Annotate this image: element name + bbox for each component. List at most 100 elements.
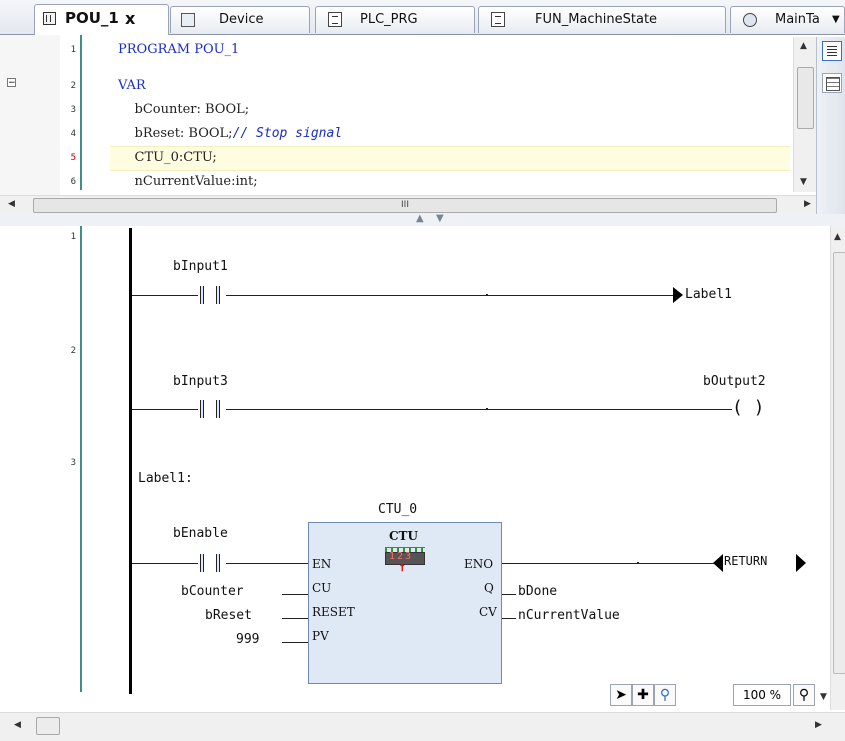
fb-input-variable[interactable]: 999 — [236, 632, 259, 647]
move-icon[interactable]: ✚ — [632, 684, 654, 706]
editor-tab-bar: POU_1 x Device PLC_PRG FUN_MachineState … — [0, 0, 845, 35]
fb-output-pin: CV — [479, 605, 497, 619]
device-icon — [181, 13, 195, 27]
network-number: 1 — [70, 232, 76, 242]
pin-wire — [282, 642, 308, 643]
jump-arrow-icon — [673, 287, 683, 303]
return-right-arrow-icon — [796, 554, 806, 572]
line-marker-bar — [80, 35, 82, 190]
ladder-vertical-scrollbar[interactable]: ▲ — [830, 226, 845, 710]
tab-plc-prg[interactable]: PLC_PRG — [315, 6, 475, 33]
pane-splitter[interactable]: ▲ ▼ — [0, 213, 845, 226]
document-icon — [491, 12, 505, 27]
document-icon — [328, 12, 342, 27]
tabular-view-icon[interactable] — [822, 73, 842, 93]
contact-variable[interactable]: bInput3 — [173, 374, 228, 389]
fb-input-pin: EN — [312, 557, 332, 571]
pin-wire — [282, 594, 308, 595]
ctu-function-block[interactable]: CTU 123 ⭡ EN CU RESET PV ENO Q CV — [308, 522, 502, 684]
textual-view-icon[interactable] — [822, 41, 842, 61]
contact-variable[interactable]: bEnable — [173, 526, 228, 541]
line-number: 2 — [70, 81, 76, 91]
no-contact[interactable] — [196, 286, 224, 304]
code-line: bReset: BOOL;// Stop signal — [118, 126, 343, 141]
zoom-options-icon[interactable]: ⚲ — [793, 684, 815, 706]
network-number: 2 — [70, 346, 76, 356]
network-number: 3 — [70, 458, 76, 468]
pin-wire — [502, 594, 516, 595]
scroll-left-icon[interactable]: ◀ — [8, 199, 15, 209]
fb-input-pin: PV — [312, 629, 329, 643]
network-label: Label1: — [138, 471, 193, 486]
left-power-rail — [129, 228, 132, 694]
line-number: 6 — [70, 177, 76, 187]
code-line: nCurrentValue:int; — [118, 174, 258, 189]
code-text: bReset: BOOL; — [118, 126, 233, 141]
declaration-gutter — [0, 35, 60, 195]
close-icon[interactable]: x — [125, 5, 135, 32]
scroll-thumb[interactable] — [797, 67, 814, 129]
scroll-thumb[interactable] — [833, 252, 845, 674]
network-marker-bar — [80, 226, 82, 692]
return-left-arrow-icon — [713, 554, 723, 572]
declaration-horizontal-scrollbar[interactable]: ◀ III ▶ — [0, 195, 816, 215]
tab-label: POU_1 — [65, 9, 119, 27]
scroll-up-icon[interactable]: ▲ — [800, 41, 807, 51]
fb-instance-name[interactable]: CTU_0 — [378, 502, 417, 517]
fb-output-pin: ENO — [464, 557, 494, 571]
rung-wire — [132, 563, 198, 564]
fb-output-variable[interactable]: nCurrentValue — [518, 608, 620, 623]
collapse-down-icon[interactable]: ▼ — [436, 213, 444, 224]
tab-fun-machinestate[interactable]: FUN_MachineState — [478, 6, 726, 33]
scroll-left-icon[interactable]: ◀ — [14, 720, 21, 730]
view-toggle-strip — [816, 37, 845, 217]
rung-wire — [226, 409, 732, 410]
chevron-down-icon[interactable]: ▼ — [820, 692, 827, 702]
pointer-icon[interactable]: ➤ — [610, 684, 632, 706]
fb-input-variable[interactable]: bReset — [205, 608, 252, 623]
ladder-diagram[interactable]: 1 2 3 bInput1 Label1 bInput3 bOutput2 ( … — [0, 226, 830, 710]
magnifier-icon[interactable]: ⚲ — [654, 684, 676, 706]
fb-input-pin: CU — [312, 581, 332, 595]
tab-device[interactable]: Device — [170, 6, 310, 33]
scroll-right-icon[interactable]: ▶ — [815, 720, 822, 730]
tab-maintask[interactable]: MainTa ▼ — [730, 6, 845, 33]
zoom-level[interactable]: 100 % — [733, 684, 791, 706]
scroll-thumb[interactable] — [36, 717, 60, 735]
return-label[interactable]: RETURN — [724, 554, 767, 568]
coil-icon[interactable]: ( ) — [732, 398, 765, 420]
fb-input-pin: RESET — [312, 605, 355, 619]
counter-value: 123 — [389, 551, 414, 562]
rung-wire — [132, 295, 198, 296]
code-line: CTU_0:CTU; — [118, 150, 217, 165]
rung-wire — [132, 409, 198, 410]
tab-label: FUN_MachineState — [535, 12, 658, 27]
no-contact[interactable] — [196, 400, 224, 418]
scroll-right-icon[interactable]: ▶ — [804, 199, 811, 209]
scroll-up-icon[interactable]: ▲ — [834, 232, 841, 242]
code-line: bCounter: BOOL; — [118, 102, 250, 117]
scroll-down-icon[interactable]: ▼ — [800, 177, 807, 187]
jump-label[interactable]: Label1 — [685, 287, 732, 302]
tab-pou-1[interactable]: POU_1 x — [34, 4, 169, 35]
pin-wire — [502, 618, 516, 619]
fb-output-variable[interactable]: bDone — [518, 584, 557, 599]
rung-wire — [502, 563, 714, 564]
fb-input-variable[interactable]: bCounter — [181, 584, 244, 599]
contact-variable[interactable]: bInput1 — [173, 259, 228, 274]
ladder-horizontal-scrollbar[interactable]: ◀ ▶ — [0, 712, 845, 741]
coil-variable[interactable]: bOutput2 — [703, 374, 766, 389]
task-icon — [743, 13, 757, 27]
collapse-up-icon[interactable]: ▲ — [416, 213, 424, 224]
code-line: PROGRAM POU_1 — [118, 42, 240, 57]
declaration-editor[interactable]: − 1 2 3 4 5 6 PROGRAM POU_1 VAR bCounter… — [0, 35, 845, 195]
line-number: 1 — [70, 45, 76, 55]
fold-toggle-icon[interactable]: − — [7, 78, 16, 88]
no-contact[interactable] — [196, 554, 224, 572]
wire-junction — [637, 562, 639, 564]
declaration-vertical-scrollbar[interactable]: ▲ ▼ — [793, 37, 816, 192]
scroll-thumb[interactable]: III — [33, 198, 777, 213]
counter-display: 123 — [385, 547, 425, 565]
chevron-down-icon[interactable]: ▼ — [832, 7, 840, 32]
tab-label: Device — [219, 12, 264, 27]
